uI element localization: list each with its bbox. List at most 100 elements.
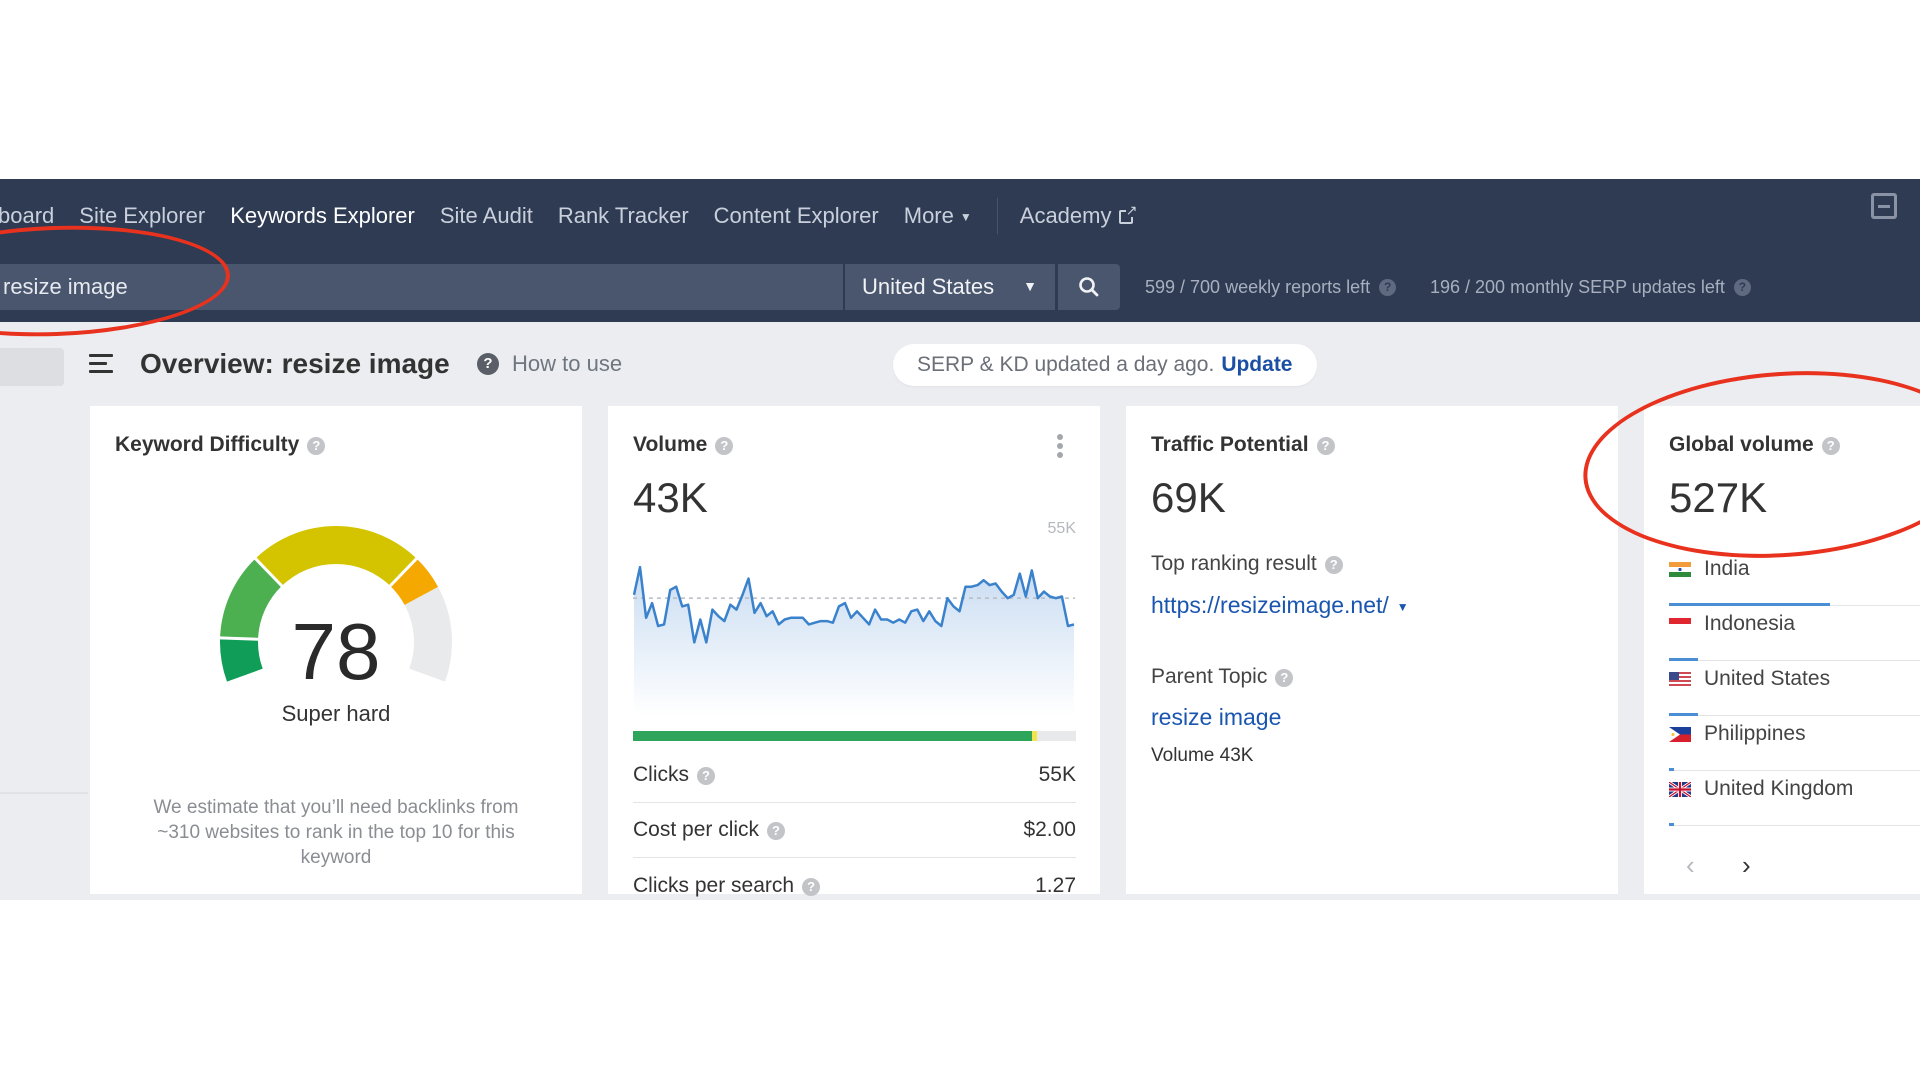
help-icon[interactable]: ? xyxy=(477,353,499,375)
search-icon xyxy=(1079,277,1099,297)
help-icon[interactable]: ? xyxy=(697,767,715,785)
paid-clicks-segment xyxy=(1031,731,1037,741)
nav-item-site-audit[interactable]: Site Audit xyxy=(440,203,533,229)
help-icon[interactable]: ? xyxy=(715,437,734,455)
country-row[interactable]: Philippines xyxy=(1669,716,1920,771)
kd-description: We estimate that you’ll need backlinks f… xyxy=(153,797,519,868)
gv-title-text: Global volume xyxy=(1669,433,1814,456)
kd-score: 78 xyxy=(291,607,381,696)
help-icon[interactable]: ? xyxy=(1324,556,1343,574)
country-name: United Kingdom xyxy=(1704,777,1854,800)
uk-flag-icon xyxy=(1668,780,1692,799)
nav-item-rank-tracker[interactable]: Rank Tracker xyxy=(558,203,689,229)
caret-down-icon: ▼ xyxy=(959,209,972,224)
academy-label: Academy xyxy=(1019,202,1112,228)
clicks-label: Clicks? xyxy=(633,763,715,787)
help-icon[interactable]: ? xyxy=(767,822,786,840)
top-result-link[interactable]: https://resizeimage.net/▼ xyxy=(1151,592,1409,619)
organic-clicks-segment xyxy=(633,731,1032,741)
help-icon[interactable]: ? xyxy=(1821,437,1840,455)
bottom-margin xyxy=(0,900,1920,1080)
gv-value: 527K xyxy=(1669,474,1768,521)
help-icon[interactable]: ? xyxy=(1316,437,1335,455)
nav-divider xyxy=(996,197,998,234)
more-label: More xyxy=(903,202,954,228)
us-flag-icon xyxy=(1669,672,1691,687)
update-status-text: SERP & KD updated a day ago. xyxy=(917,353,1215,376)
nav-item-content-explorer[interactable]: Content Explorer xyxy=(714,203,879,229)
parent-topic-link[interactable]: resize image xyxy=(1151,704,1281,731)
volume-value: 43K xyxy=(633,474,708,521)
keyword-search-input[interactable] xyxy=(0,264,843,310)
top-navbar: board Site Explorer Keywords Explorer Si… xyxy=(0,179,1920,322)
volume-card: Volume? 43K 55K Clicks? 55K Cost per cli… xyxy=(608,406,1100,897)
prev-page-button[interactable]: ‹ xyxy=(1686,850,1695,881)
search-button[interactable] xyxy=(1058,264,1120,310)
help-icon[interactable]: ? xyxy=(1733,278,1751,296)
philippines-flag-icon xyxy=(1669,727,1691,742)
gv-title: Global volume? xyxy=(1669,433,1840,457)
page-title: Overview: resize image xyxy=(140,348,450,379)
parent-topic-volume: Volume 43K xyxy=(1151,745,1254,766)
external-link-icon xyxy=(1119,202,1138,224)
country-select-value: United States xyxy=(862,274,995,299)
traffic-potential-card: Traffic Potential? 69K Top ranking resul… xyxy=(1126,406,1618,894)
nav-item-site-explorer[interactable]: Site Explorer xyxy=(79,203,205,229)
volume-trend-chart xyxy=(633,565,1075,716)
search-row: United States ▼ 599 / 700 weekly reports… xyxy=(0,252,1920,322)
gauge-segment xyxy=(255,526,417,586)
country-row[interactable]: United States xyxy=(1669,661,1920,716)
help-icon[interactable]: ? xyxy=(1275,669,1294,687)
tp-title-text: Traffic Potential xyxy=(1151,433,1309,456)
how-to-use-link[interactable]: How to use xyxy=(512,351,622,377)
country-row[interactable]: Indonesia xyxy=(1669,606,1920,661)
kd-label: Super hard xyxy=(281,701,391,726)
serp-updates-text: 196 / 200 monthly SERP updates left xyxy=(1430,276,1725,297)
nav-item-more[interactable]: More ▼ xyxy=(904,203,972,229)
kd-title: Keyword Difficulty? xyxy=(115,433,326,457)
update-link[interactable]: Update xyxy=(1221,353,1292,377)
volume-area xyxy=(634,567,1074,716)
tp-title: Traffic Potential? xyxy=(1151,433,1335,457)
india-flag-icon xyxy=(1669,562,1691,577)
volume-title-text: Volume xyxy=(633,433,708,456)
country-select[interactable]: United States ▼ xyxy=(845,264,1055,310)
country-name: Philippines xyxy=(1704,722,1806,745)
clicks-row: Clicks? 55K xyxy=(633,748,1076,803)
nav-item-keywords-explorer[interactable]: Keywords Explorer xyxy=(230,203,415,229)
country-row[interactable]: United Kingdom xyxy=(1668,771,1920,826)
hamburger-menu-icon[interactable] xyxy=(89,354,113,374)
help-icon[interactable]: ? xyxy=(1379,278,1397,296)
sidebar-divider xyxy=(0,792,88,794)
more-options-icon[interactable] xyxy=(1057,434,1063,458)
weekly-reports-quota: 599 / 700 weekly reports left ? xyxy=(1145,264,1397,310)
indonesia-flag-icon xyxy=(1669,617,1691,632)
nav-item-dashboard[interactable]: board xyxy=(0,203,54,229)
nav-menu: board Site Explorer Keywords Explorer Si… xyxy=(0,179,1158,252)
clicks-value: 55K xyxy=(1038,763,1076,786)
country-row[interactable]: India xyxy=(1669,551,1920,606)
country-share-bar xyxy=(1669,823,1675,826)
global-volume-card: Global volume? 527K India Indonesia United… xyxy=(1644,406,1920,894)
sidebar-stub[interactable] xyxy=(0,348,64,386)
weekly-reports-text: 599 / 700 weekly reports left xyxy=(1145,276,1371,297)
clicks-distribution-bar xyxy=(633,731,1076,741)
country-name: United States xyxy=(1704,667,1831,690)
cps-label: Clicks per search? xyxy=(633,874,821,898)
kd-title-text: Keyword Difficulty xyxy=(115,433,300,456)
caret-down-icon: ▼ xyxy=(1023,278,1037,294)
cps-value: 1.27 xyxy=(1035,873,1076,897)
next-page-button[interactable]: › xyxy=(1742,850,1751,881)
volume-title: Volume? xyxy=(633,433,734,457)
parent-topic-label: Parent Topic? xyxy=(1151,665,1294,689)
nav-item-academy[interactable]: Academy xyxy=(1019,202,1138,229)
tp-value: 69K xyxy=(1151,474,1226,521)
country-name: Indonesia xyxy=(1704,612,1796,635)
country-name: India xyxy=(1704,557,1750,580)
inbox-icon[interactable] xyxy=(1871,193,1897,219)
help-icon[interactable]: ? xyxy=(802,877,821,896)
help-icon[interactable]: ? xyxy=(307,437,326,455)
top-margin xyxy=(0,0,1920,179)
cpc-row: Cost per click? $2.00 xyxy=(633,803,1076,858)
cpc-label: Cost per click? xyxy=(633,818,786,842)
